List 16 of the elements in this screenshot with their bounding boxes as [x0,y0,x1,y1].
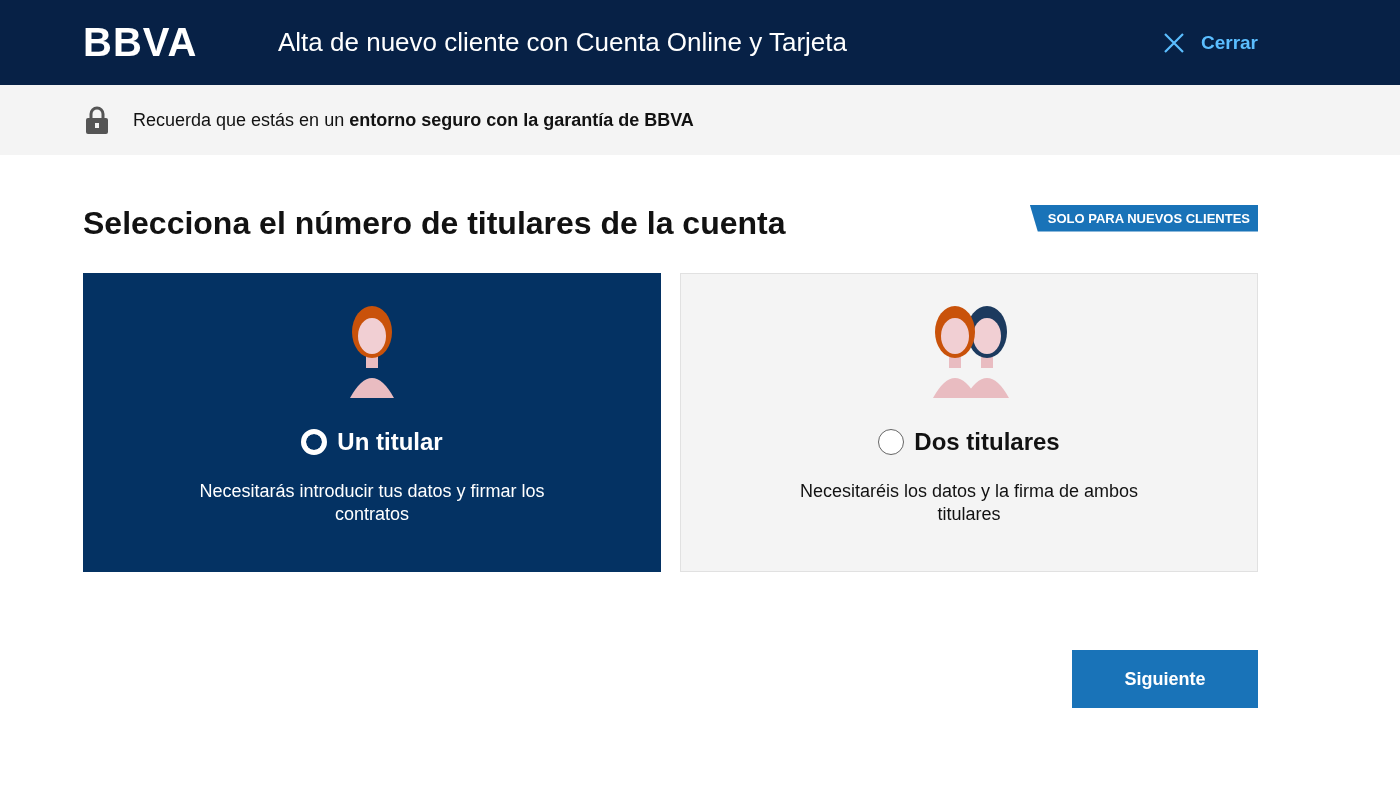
option-label: Dos titulares [914,428,1060,456]
close-icon [1162,31,1185,54]
logo: BBVA [83,20,199,65]
next-button[interactable]: Siguiente [1072,650,1258,708]
holder-option-card[interactable]: Un titular Necesitarás introducir tus datos y firmar los contratos [83,273,661,572]
option-description: Necesitarás introducir tus datos y firmar los contratos [198,480,546,526]
security-notice: Recuerda que estás en un entorno seguro con la garantía de BBVA [133,109,694,131]
lock-icon [85,106,109,134]
new-clients-badge: SOLO PARA NUEVOS CLIENTES [1029,204,1258,232]
page-title: Alta de nuevo cliente con Cuenta Online y Tarjeta [278,27,848,58]
close-button[interactable]: Cerrar [1162,31,1258,54]
radio-button[interactable] [878,429,905,455]
holder-option-card[interactable]: Dos titulares Necesitaréis los datos y la firma de ambos titulares [680,273,1258,572]
section-heading: Selecciona el número de titulares de la cuenta [83,204,786,242]
option-description: Necesitaréis los datos y la firma de ambos titulares [798,480,1140,526]
option-label: Un titular [337,428,443,456]
